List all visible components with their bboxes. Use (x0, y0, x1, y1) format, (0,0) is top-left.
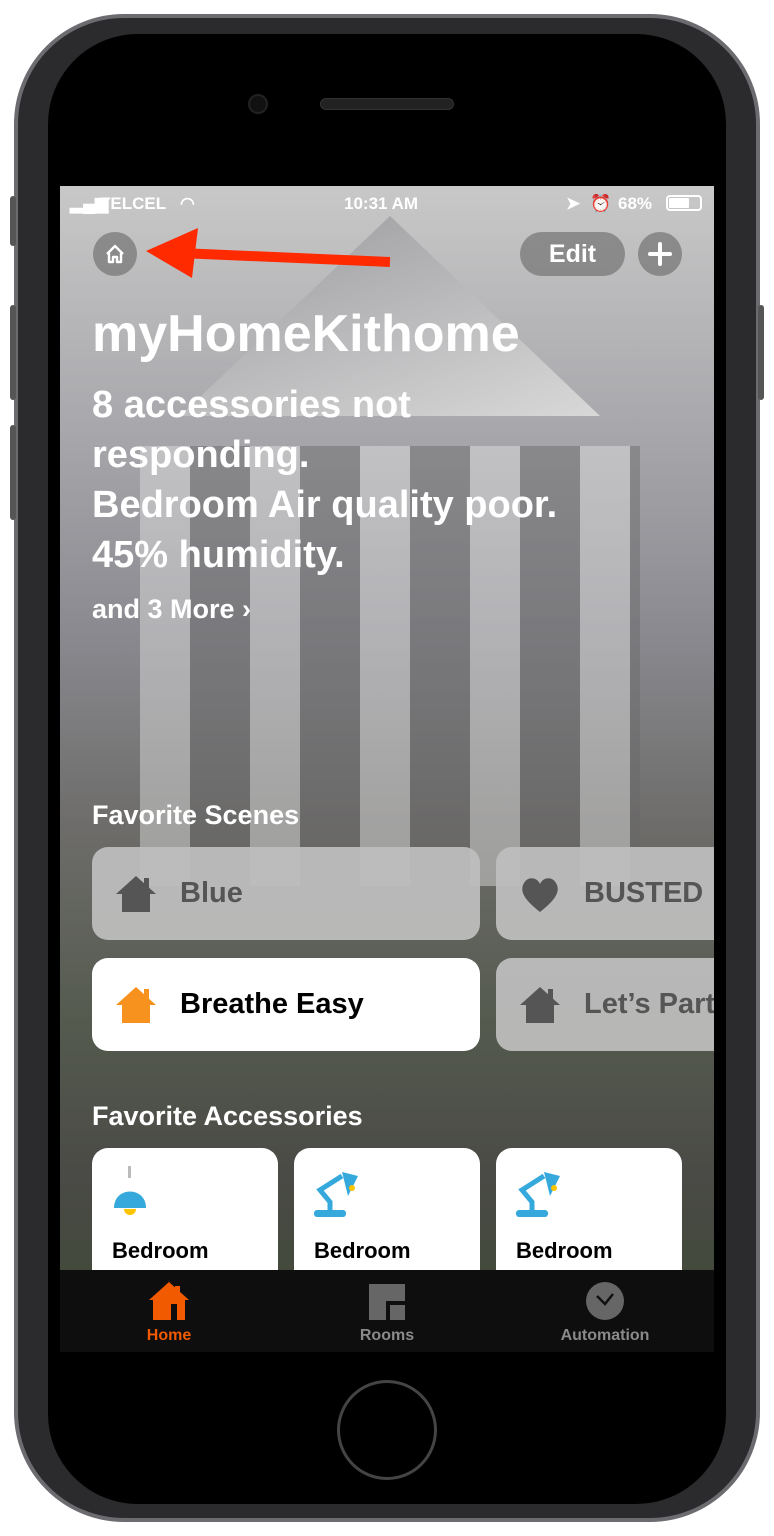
scene-label: Breathe Easy (180, 988, 364, 1020)
front-camera (248, 94, 268, 114)
tab-home[interactable]: Home (60, 1270, 278, 1352)
summary-line: 45% humidity. (92, 534, 345, 576)
rooms-icon (369, 1284, 405, 1320)
home-status-summary: 8 accessories not responding. Bedroom Ai… (92, 380, 557, 580)
status-bar: ▂▄▆ TELCEL ◠ 10:31 AM ➤ ⏰ 68% (60, 186, 714, 220)
power-button (758, 305, 764, 400)
alarm-icon: ⏰ (590, 194, 612, 213)
favorite-accessories-heading: Favorite Accessories (92, 1101, 363, 1131)
earpiece-speaker (320, 98, 454, 110)
mute-switch (10, 196, 16, 246)
accessory-name: Bedroom (112, 1238, 209, 1263)
battery-percent: 68% (618, 194, 653, 213)
summary-line: responding. (92, 434, 310, 476)
tab-label: Automation (560, 1327, 650, 1344)
red-arrow-annotation (146, 228, 391, 278)
add-button[interactable] (638, 232, 682, 276)
scene-blue[interactable]: Blue (92, 847, 480, 940)
scene-label: Blue (180, 877, 243, 909)
accessory-name: Bedroom (314, 1238, 411, 1263)
house-icon (116, 986, 156, 1023)
scene-label: BUSTED (584, 877, 704, 909)
screen: ▂▄▆ TELCEL ◠ 10:31 AM ➤ ⏰ 68% Edit myHom… (60, 186, 714, 1352)
desk-lamp-icon (314, 1172, 358, 1217)
accessory-tile[interactable]: Bedroom (294, 1148, 480, 1288)
house-icon (149, 1282, 189, 1320)
house-icon (520, 986, 560, 1023)
edit-button[interactable]: Edit (520, 232, 625, 276)
carrier: TELCEL (100, 194, 167, 213)
house-icon (116, 875, 156, 912)
time: 10:31 AM (344, 194, 419, 213)
tab-rooms[interactable]: Rooms (278, 1270, 496, 1352)
battery-icon (666, 195, 702, 211)
heart-icon (522, 877, 558, 912)
accessory-tile[interactable]: Bedroom (92, 1148, 278, 1288)
favorite-scenes-heading: Favorite Scenes (92, 800, 300, 830)
pendant-lamp-icon (114, 1166, 146, 1215)
scene-label: Let’s Party (584, 988, 714, 1020)
tab-automation[interactable]: Automation (496, 1270, 714, 1352)
scene-busted[interactable]: BUSTED (496, 847, 714, 940)
tab-label: Rooms (359, 1327, 415, 1344)
volume-up-button (10, 305, 16, 400)
tab-label: Home (146, 1327, 192, 1344)
volume-down-button (10, 425, 16, 520)
more-status-link[interactable]: and 3 More › (92, 594, 251, 625)
plus-icon (648, 242, 672, 266)
summary-line: Bedroom Air quality poor. (92, 484, 558, 526)
accessory-name: Bedroom (516, 1238, 613, 1263)
location-icon: ➤ (566, 194, 581, 213)
summary-line: 8 accessories not (92, 384, 411, 426)
wifi-icon: ◠ (180, 194, 195, 213)
scene-breathe-easy[interactable]: Breathe Easy (92, 958, 480, 1051)
home-settings-button[interactable] (93, 232, 137, 276)
house-outline-icon (106, 244, 124, 264)
tab-bar: Home Rooms Automation (60, 1270, 714, 1352)
home-title: myHomeKithome (92, 305, 520, 363)
accessory-tile[interactable]: Bedroom (496, 1148, 682, 1288)
scene-lets-party[interactable]: Let’s Party (496, 958, 714, 1051)
desk-lamp-icon (516, 1172, 560, 1217)
hardware-home-button[interactable] (337, 1380, 437, 1480)
clock-check-icon (586, 1282, 624, 1320)
